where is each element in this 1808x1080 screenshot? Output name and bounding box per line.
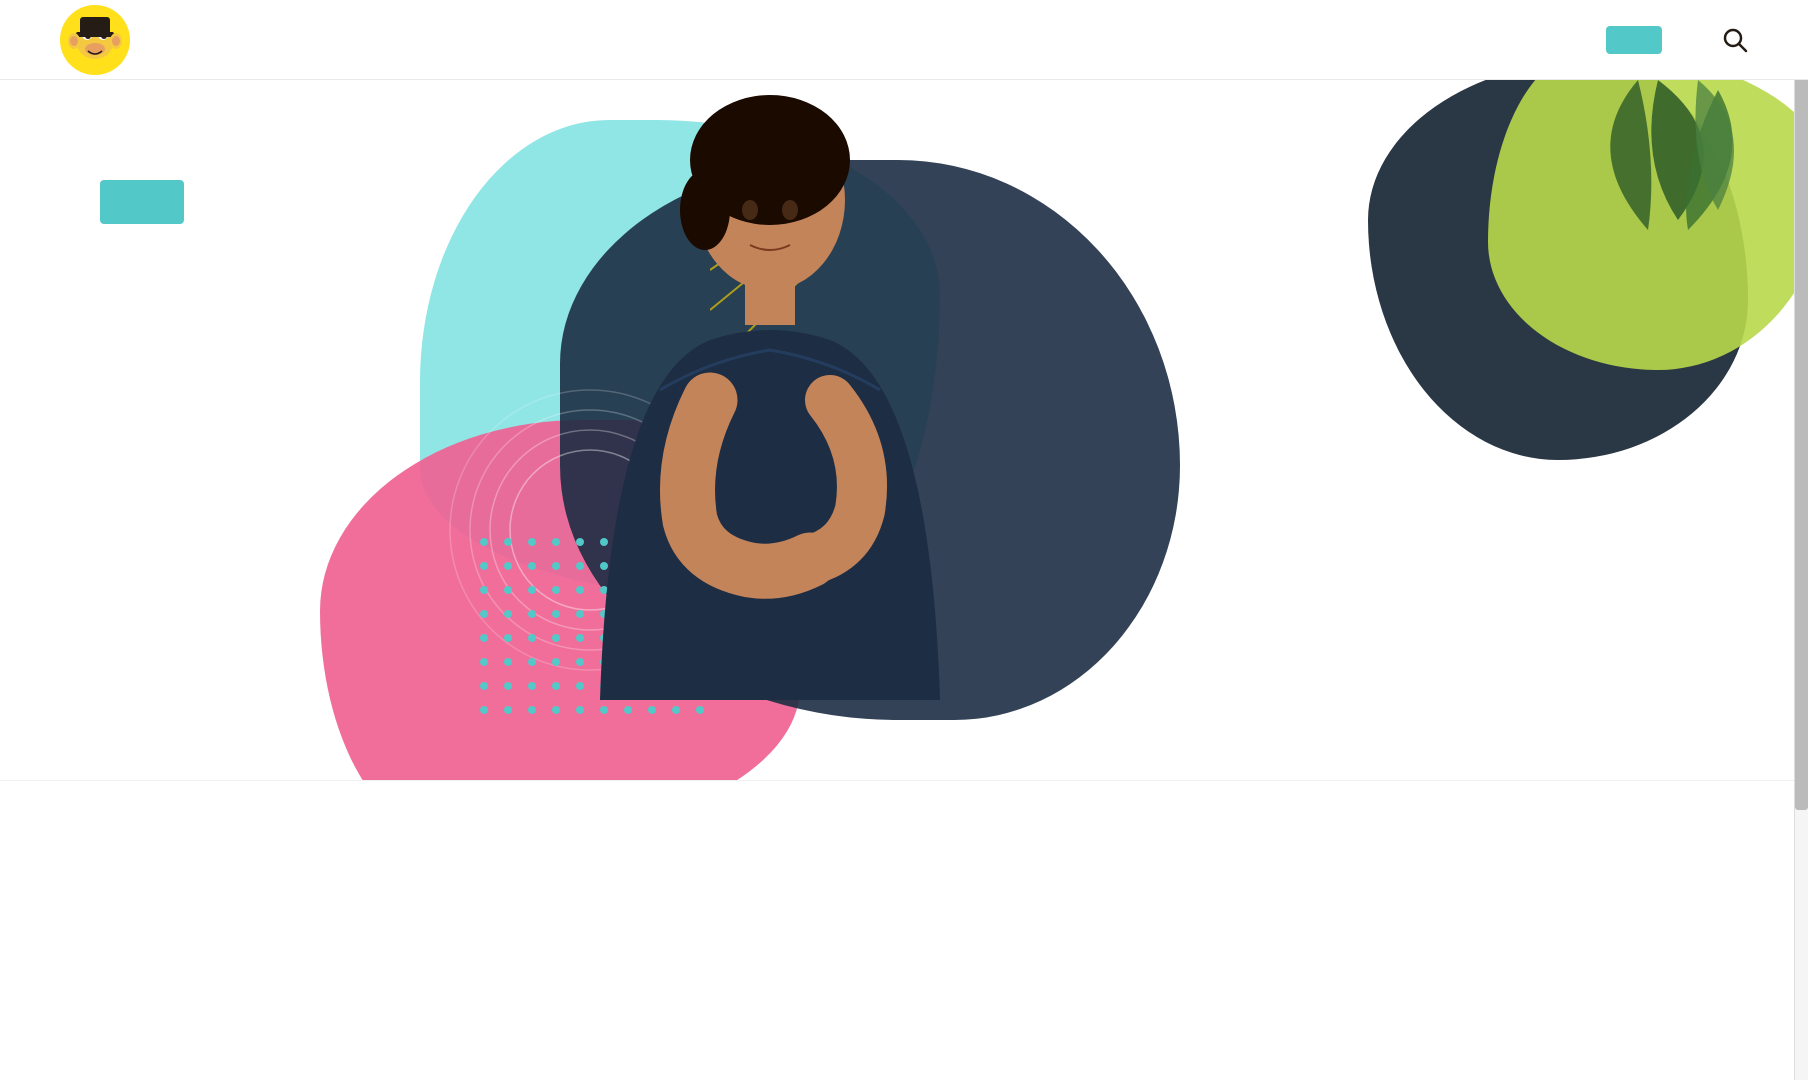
search-icon [1722,27,1748,53]
signup-nav-button[interactable] [1606,26,1662,54]
scrollbar-thumb[interactable] [1795,0,1808,810]
features-section [0,780,1808,965]
scrollbar[interactable] [1794,0,1808,1080]
logo-link[interactable] [60,5,130,75]
feature-col-pricing [656,861,1152,885]
hero-section: // Generate dots const dp = document.que… [0,80,1808,780]
navbar-right [1606,26,1748,54]
feature-col-features [100,861,596,885]
navbar [0,0,1808,80]
hero-illustration: // Generate dots const dp = document.que… [360,80,1808,780]
hero-person-image [510,80,1030,700]
signup-hero-button[interactable] [100,180,184,224]
yellow-dots-pattern [1546,280,1728,510]
hero-text-block [100,140,184,224]
mailchimp-logo-icon [60,5,130,75]
palm-leaves-decoration [1558,80,1758,280]
navbar-left [60,5,300,75]
person-silhouette-svg [510,80,1030,700]
search-button[interactable] [1722,27,1748,53]
feature-col-ecommerce [1212,861,1708,885]
